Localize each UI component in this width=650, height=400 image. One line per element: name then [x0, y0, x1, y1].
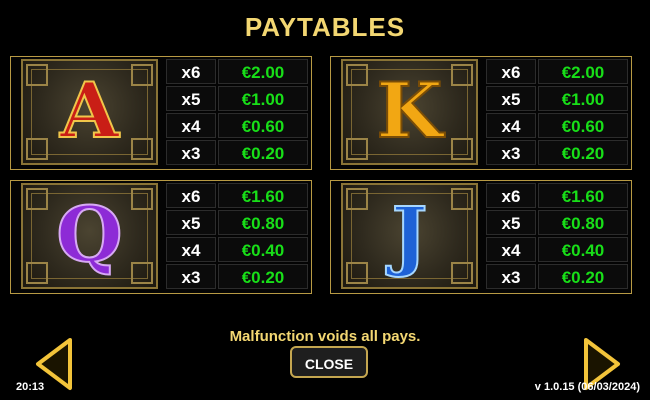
payout-row: x5 €1.00 [486, 86, 628, 112]
payout-row: x3 €0.20 [166, 140, 308, 166]
paytable-panel-a: A x6 €2.00 x5 €1.00 x4 €0.60 x3 €0.20 [10, 56, 312, 170]
payout-value: €0.60 [218, 113, 308, 138]
payout-value: €0.20 [538, 140, 628, 165]
multiplier-cell: x5 [166, 86, 216, 111]
multiplier-cell: x4 [166, 237, 216, 262]
multiplier-cell: x5 [486, 210, 536, 235]
payout-value: €0.80 [538, 210, 628, 235]
payout-value: €2.00 [538, 59, 628, 84]
symbol-letter: Q [55, 190, 123, 279]
payout-value: €2.00 [218, 59, 308, 84]
multiplier-cell: x3 [486, 140, 536, 165]
payout-row: x4 €0.40 [166, 237, 308, 263]
payout-value: €1.00 [218, 86, 308, 111]
payout-row: x6 €2.00 [166, 59, 308, 85]
paytables-title: PAYTABLES [244, 12, 406, 42]
version-label: v 1.0.15 (06/03/2024) [534, 381, 640, 393]
payout-row: x3 €0.20 [486, 264, 628, 290]
payout-row: x6 €2.00 [486, 59, 628, 85]
multiplier-cell: x6 [486, 183, 536, 208]
payout-value: €0.40 [218, 237, 308, 262]
payout-row: x3 €0.20 [486, 140, 628, 166]
multiplier-cell: x5 [166, 210, 216, 235]
payout-rows: x6 €2.00 x5 €1.00 x4 €0.60 x3 €0.20 [166, 59, 308, 167]
payout-row: x5 €1.00 [166, 86, 308, 112]
symbol-tile-a: A [21, 59, 158, 165]
paytable-panel-j: J x6 €1.60 x5 €0.80 x4 €0.40 x3 €0.20 [330, 180, 632, 294]
multiplier-cell: x3 [166, 140, 216, 165]
payout-row: x6 €1.60 [166, 183, 308, 209]
multiplier-cell: x3 [486, 264, 536, 289]
payout-row: x4 €0.40 [486, 237, 628, 263]
payout-value: €1.60 [218, 183, 308, 208]
clock-time: 20:13 [16, 381, 45, 393]
payout-rows: x6 €2.00 x5 €1.00 x4 €0.60 x3 €0.20 [486, 59, 628, 167]
payout-rows: x6 €1.60 x5 €0.80 x4 €0.40 x3 €0.20 [166, 183, 308, 291]
multiplier-cell: x4 [486, 113, 536, 138]
payout-value: €0.20 [218, 140, 308, 165]
payout-value: €0.20 [538, 264, 628, 289]
payout-value: €1.00 [538, 86, 628, 111]
payout-rows: x6 €1.60 x5 €0.80 x4 €0.40 x3 €0.20 [486, 183, 628, 291]
payout-value: €1.60 [538, 183, 628, 208]
payout-value: €0.40 [538, 237, 628, 262]
close-button[interactable]: CLOSE [290, 346, 368, 378]
payout-value: €0.60 [538, 113, 628, 138]
symbol-letter: K [375, 66, 443, 155]
paytable-panel-k: K x6 €2.00 x5 €1.00 x4 €0.60 x3 €0.20 [330, 56, 632, 170]
multiplier-cell: x6 [486, 59, 536, 84]
symbol-tile-j: J [341, 183, 478, 289]
payout-value: €0.20 [218, 264, 308, 289]
payout-row: x3 €0.20 [166, 264, 308, 290]
multiplier-cell: x3 [166, 264, 216, 289]
multiplier-cell: x6 [166, 59, 216, 84]
payout-value: €0.80 [218, 210, 308, 235]
symbol-tile-k: K [341, 59, 478, 165]
payout-row: x4 €0.60 [166, 113, 308, 139]
multiplier-cell: x5 [486, 86, 536, 111]
payout-row: x5 €0.80 [166, 210, 308, 236]
payout-row: x4 €0.60 [486, 113, 628, 139]
symbol-tile-q: Q [21, 183, 158, 289]
multiplier-cell: x6 [166, 183, 216, 208]
multiplier-cell: x4 [486, 237, 536, 262]
multiplier-cell: x4 [166, 113, 216, 138]
paytable-panel-q: Q x6 €1.60 x5 €0.80 x4 €0.40 x3 €0.20 [10, 180, 312, 294]
payout-row: x6 €1.60 [486, 183, 628, 209]
malfunction-notice: Malfunction voids all pays. [229, 328, 421, 345]
payout-row: x5 €0.80 [486, 210, 628, 236]
symbol-letter: J [391, 190, 429, 279]
symbol-letter: A [59, 66, 120, 155]
